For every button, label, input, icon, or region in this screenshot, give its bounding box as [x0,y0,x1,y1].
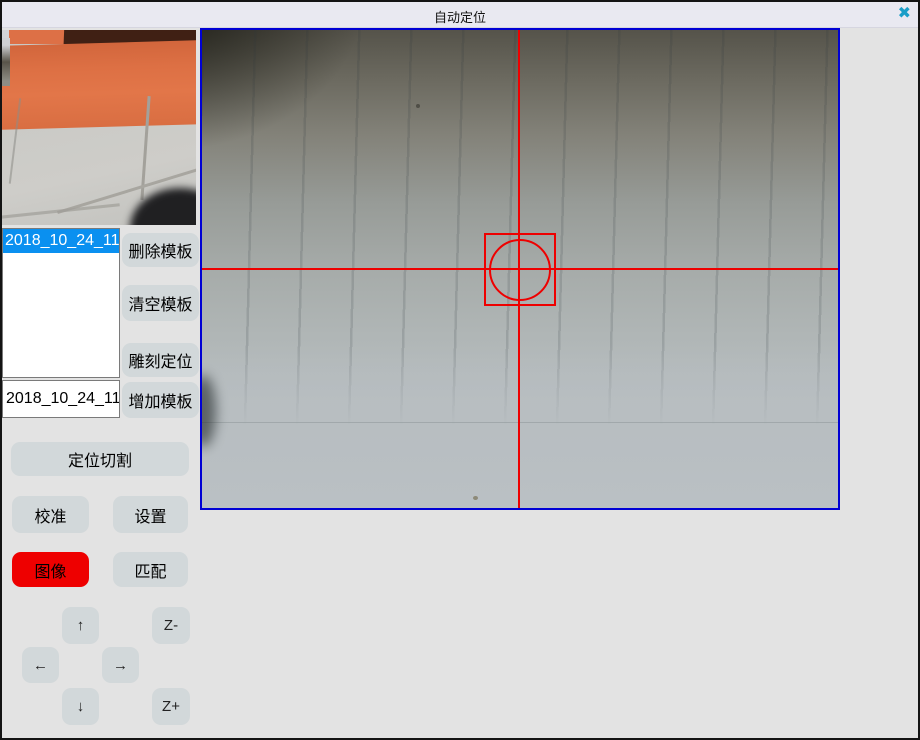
auto-position-window: 自动定位 ✖ 2018_10_24_11 删除模板 清空模板 雕刻定位 增加模板… [0,0,920,740]
engrave-position-button[interactable]: 雕刻定位 [122,343,199,377]
thumb-left-gray-patch [2,38,10,86]
template-list-item[interactable]: 2018_10_24_11 [3,229,119,253]
position-cut-button[interactable]: 定位切割 [11,442,189,476]
camera-stripe-fade [202,344,838,424]
settings-button[interactable]: 设置 [113,496,188,533]
template-thumbnail-preview [2,30,196,225]
camera-image [202,30,838,508]
add-template-button[interactable]: 增加模板 [122,382,199,418]
match-region-circle [489,239,551,301]
template-list[interactable]: 2018_10_24_11 [2,228,120,378]
jog-left-button[interactable]: ← [22,647,59,683]
jog-up-button[interactable]: ↑ [62,607,99,644]
jog-down-button[interactable]: ↓ [62,688,99,725]
close-icon[interactable]: ✖ [898,4,911,24]
thumb-orange-block [9,30,67,44]
title-bar: 自动定位 ✖ [2,2,918,28]
thumb-tile-grout-diagonal-2 [2,203,120,220]
calibrate-button[interactable]: 校准 [12,496,89,533]
camera-speck [473,496,478,500]
thumb-orange-beam [2,40,196,130]
camera-viewport[interactable] [200,28,840,510]
template-name-input[interactable] [2,380,120,418]
camera-speck-2 [416,104,420,108]
clear-templates-button[interactable]: 清空模板 [122,285,199,321]
jog-z-plus-button[interactable]: Z+ [152,688,190,725]
image-button-active[interactable]: 图像 [12,552,89,587]
jog-z-minus-button[interactable]: Z- [152,607,190,644]
window-title: 自动定位 [2,7,918,26]
delete-template-button[interactable]: 删除模板 [122,233,199,267]
camera-panel-seam [202,422,838,423]
match-button[interactable]: 匹配 [113,552,188,587]
jog-right-button[interactable]: → [102,647,139,683]
